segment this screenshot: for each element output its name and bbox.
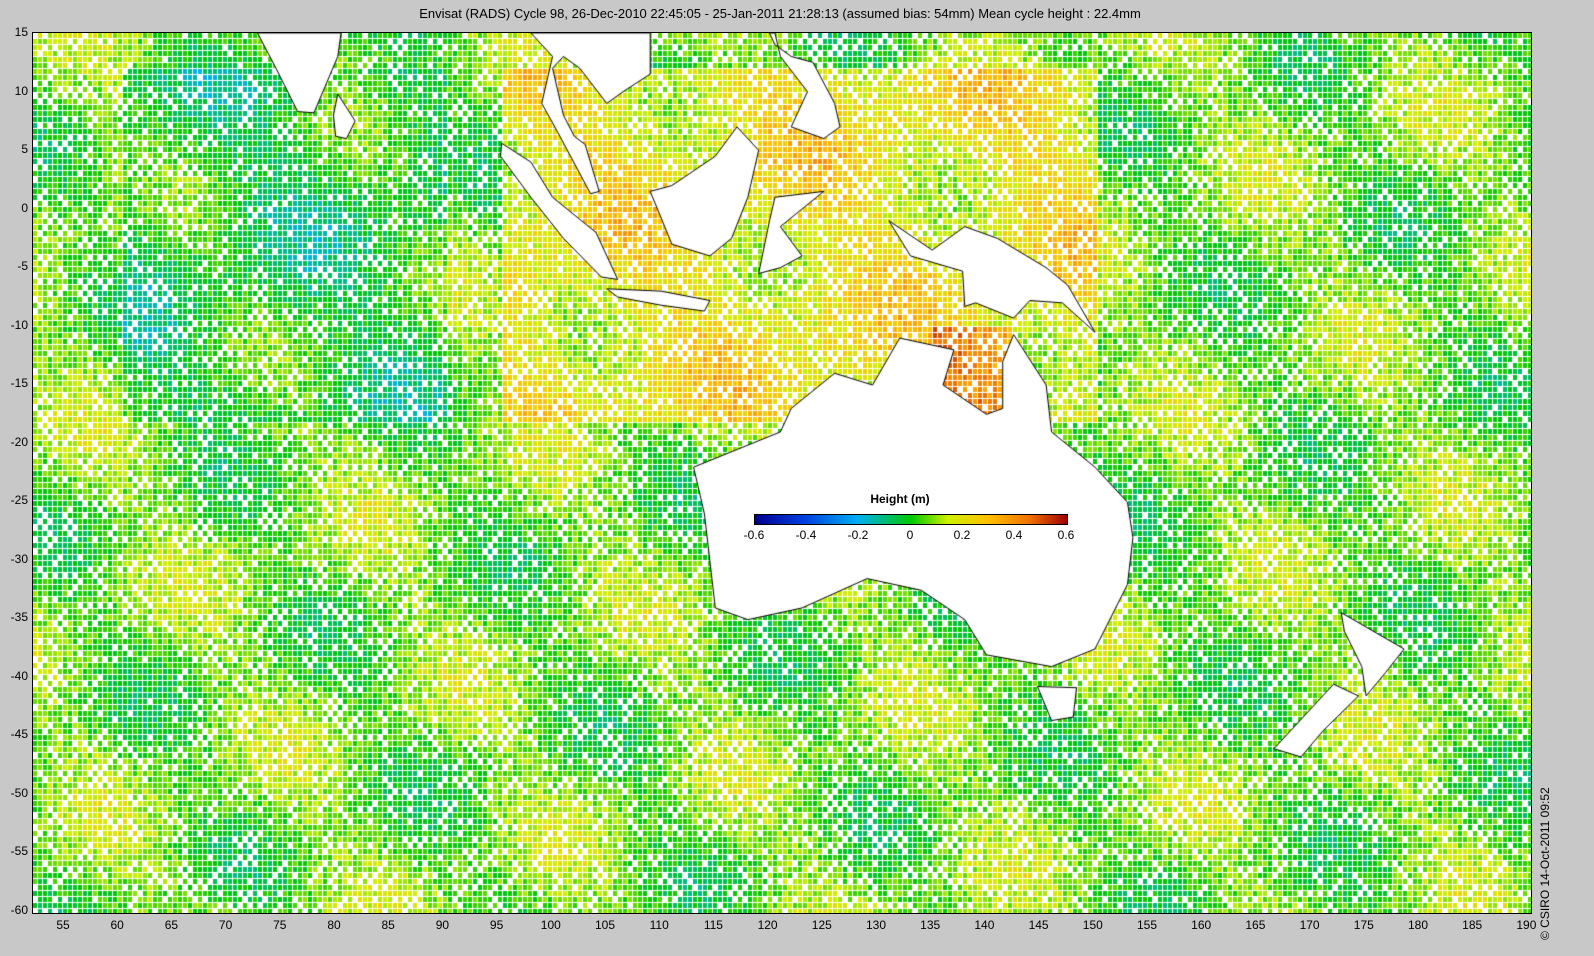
lon-tick-label: 75	[273, 918, 287, 932]
lon-tick-label: 70	[218, 918, 233, 932]
lon-tick-label: 100	[540, 918, 561, 932]
lat-tick-label: 10	[14, 83, 28, 98]
lon-tick-label: 130	[865, 918, 887, 932]
lon-tick-label: 120	[757, 918, 778, 932]
lat-tick-label: 5	[21, 142, 28, 156]
colorbar-title: Height (m)	[870, 492, 930, 506]
lat-tick-label: -20	[10, 434, 28, 449]
colorbar-tick-label: 0.6	[1057, 528, 1075, 542]
lat-tick-label: -55	[10, 844, 28, 858]
lat-tick-label: -25	[10, 493, 28, 507]
lon-tick-label: 180	[1407, 918, 1429, 932]
colorbar-legend: Height (m) -0.6 -0.4 -0.2 0 0.2 0.4 0.6	[740, 490, 1080, 550]
lon-tick-label: 185	[1462, 918, 1483, 932]
lon-tick-label: 155	[1136, 918, 1158, 932]
lat-tick-label: -40	[10, 668, 28, 683]
colorbar-tick-label: -0.2	[847, 528, 869, 542]
colorbar-tick-label: -0.6	[743, 528, 765, 542]
lon-tick-label: 55	[56, 918, 70, 932]
lon-tick-label: 60	[110, 918, 124, 932]
map-title: Envisat (RADS) Cycle 98, 26-Dec-2010 22:…	[419, 6, 1141, 21]
lat-tick-label: -50	[10, 785, 28, 800]
lon-tick-label: 140	[974, 918, 995, 932]
colorbar-tick-label: -0.4	[795, 528, 817, 542]
lon-tick-label: 135	[920, 918, 941, 932]
lat-tick-label: -35	[10, 610, 28, 624]
lon-tick-label: 125	[811, 918, 832, 932]
colorbar-tick-label: 0.2	[953, 528, 971, 542]
lon-tick-label: 165	[1245, 918, 1266, 932]
lat-tick-label: -10	[10, 317, 28, 332]
lon-tick-label: 110	[649, 918, 669, 932]
lat-tick-label: -60	[10, 902, 28, 917]
lon-tick-label: 115	[703, 918, 723, 932]
sea-level-map	[32, 32, 1532, 914]
lat-tick-label: -30	[10, 551, 28, 566]
lat-tick-label: -45	[10, 727, 28, 741]
lon-tick-label: 160	[1191, 918, 1212, 932]
colorbar-tick-label: 0	[906, 528, 914, 542]
colorbar-tick-label: 0.4	[1005, 528, 1023, 542]
colorbar-gradient	[754, 514, 1068, 525]
lon-tick-label: 145	[1028, 918, 1049, 932]
lat-tick-label: 15	[14, 25, 28, 39]
lon-tick-label: 170	[1299, 918, 1320, 932]
lon-tick-label: 175	[1353, 918, 1374, 932]
lon-tick-label: 85	[381, 918, 395, 932]
lat-tick-label: 0	[21, 200, 28, 215]
lon-tick-label: 105	[594, 918, 616, 932]
lon-tick-label: 150	[1082, 918, 1103, 932]
lon-tick-label: 95	[489, 918, 504, 932]
lat-tick-label: -15	[10, 376, 28, 390]
lat-tick-label: -5	[17, 259, 28, 273]
lon-tick-label: 80	[327, 918, 341, 932]
copyright-text: © CSIRO 14-Oct-2011 09:52	[1538, 787, 1552, 940]
lon-tick-label: 90	[435, 918, 450, 932]
lon-tick-label: 65	[164, 918, 179, 932]
